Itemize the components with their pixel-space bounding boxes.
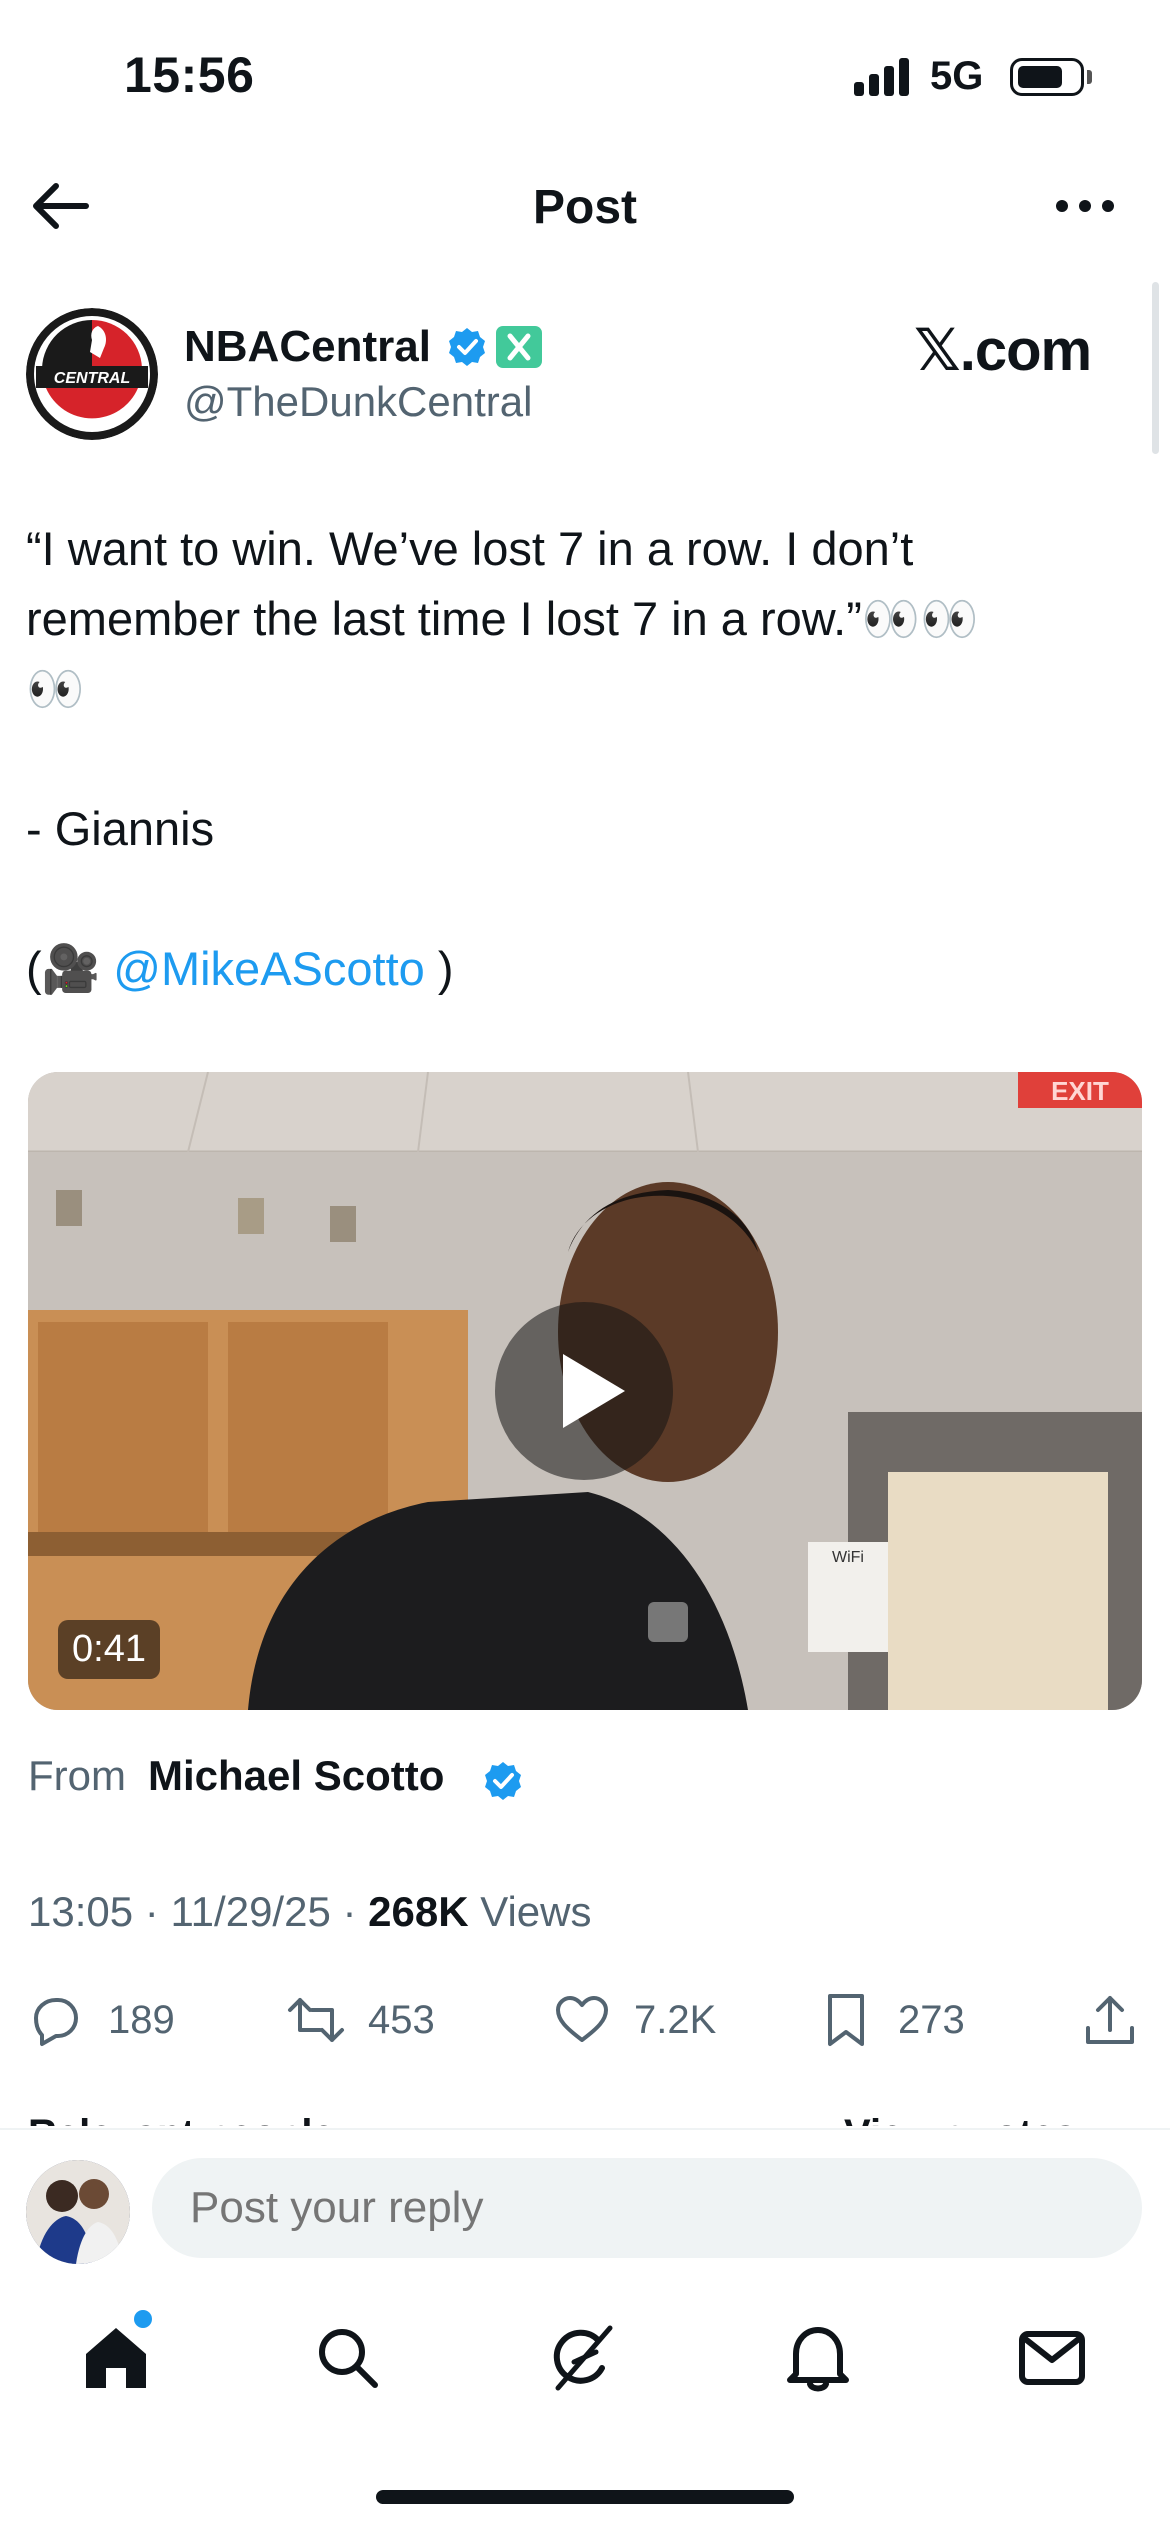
video-player[interactable]: EXIT WiFi 0:41 (28, 1072, 1142, 1710)
tweet-blank-line (26, 724, 1126, 794)
bookmark-icon (828, 1994, 864, 2046)
tweet-line: 👀 (26, 662, 85, 715)
partially-hidden-row: Relevant people View quotes (0, 2106, 1170, 2126)
grok-icon[interactable] (544, 2318, 624, 2398)
scroll-indicator (1152, 282, 1159, 454)
reply-button[interactable]: 189 (26, 1980, 175, 2060)
tweet-credit-line: (🎥 @MikeAScotto ) (26, 934, 1126, 1004)
home-icon[interactable] (76, 2318, 156, 2398)
share-icon (1086, 1996, 1134, 2044)
page-title: Post (532, 181, 637, 234)
user-avatar[interactable] (26, 2160, 130, 2264)
camera-emoji: 🎥 (41, 942, 101, 995)
battery-icon (1010, 58, 1084, 96)
more-icon[interactable] (1050, 180, 1120, 232)
like-button[interactable]: 7.2K (552, 1980, 716, 2060)
mention-link[interactable]: @MikeAScotto (113, 942, 425, 995)
bottom-nav (0, 2290, 1170, 2420)
exit-sign-text: EXIT (1051, 1076, 1109, 1106)
verified-icon (446, 326, 488, 368)
status-bar: 15:56 5G (0, 0, 1170, 150)
video-attribution: From Michael Scotto (28, 1752, 444, 1800)
search-icon[interactable] (308, 2318, 388, 2398)
verified-icon (482, 1760, 524, 1802)
tweet-line: “I want to win. We’ve lost 7 in a row. I… (26, 522, 914, 575)
view-quotes-label[interactable]: View quotes (844, 2112, 1077, 2126)
x-premium-icon (496, 326, 542, 368)
bookmark-button[interactable]: 273 (816, 1980, 965, 2060)
post-date: 11/29/25 (170, 1888, 331, 1935)
bookmark-count: 273 (898, 1997, 965, 2042)
meta-separator: · (133, 1888, 171, 1935)
repost-count: 453 (368, 1997, 435, 2042)
from-name[interactable]: Michael Scotto (148, 1752, 444, 1799)
relevant-people-label: Relevant people (28, 2112, 335, 2126)
share-button[interactable] (1080, 1980, 1162, 2060)
x-com-logo: 𝕏.com (914, 318, 1092, 383)
reply-icon (34, 1998, 78, 2046)
action-bar: 189 453 7.2K 273 (0, 1980, 1170, 2060)
wifi-sign-text: WiFi (832, 1549, 864, 1566)
like-icon (556, 1996, 608, 2042)
post-time: 13:05 (28, 1888, 134, 1935)
paren-open: ( (26, 942, 42, 995)
avatar-logo-text: CENTRAL (54, 370, 130, 387)
views-count[interactable]: 268K (368, 1888, 468, 1935)
reply-bar (0, 2128, 1170, 2278)
battery-tip (1087, 70, 1092, 84)
play-icon[interactable] (495, 1302, 673, 1480)
author-handle[interactable]: @TheDunkCentral (184, 378, 532, 426)
meta-separator: · (330, 1888, 369, 1935)
network-label: 5G (930, 54, 984, 98)
reply-input[interactable] (152, 2158, 1142, 2258)
views-label: Views (468, 1888, 592, 1935)
author-avatar[interactable]: CENTRAL (26, 308, 158, 440)
tweet-blank-line (26, 864, 1126, 934)
tweet-line: - Giannis (26, 802, 215, 855)
video-duration: 0:41 (58, 1620, 160, 1679)
top-bar: Post (0, 160, 1170, 250)
status-time: 15:56 (124, 47, 255, 103)
author-name[interactable]: NBACentral (184, 322, 431, 372)
repost-button[interactable]: 453 (286, 1980, 435, 2060)
tweet-text: “I want to win. We’ve lost 7 in a row. I… (26, 514, 1126, 1004)
home-indicator[interactable] (376, 2490, 794, 2504)
tweet-line: remember the last time I lost 7 in a row… (26, 592, 979, 645)
like-count: 7.2K (634, 1997, 717, 2042)
reply-count: 189 (108, 1997, 175, 2042)
paren-close: ) (424, 942, 454, 995)
from-label: From (28, 1752, 126, 1799)
signal-icon (854, 58, 914, 96)
home-notification-dot (134, 2310, 152, 2328)
post-meta: 13:05 · 11/29/25 · 268K Views (28, 1888, 592, 1936)
bell-icon[interactable] (778, 2318, 858, 2398)
repost-icon (288, 1998, 344, 2042)
mail-icon[interactable] (1012, 2318, 1092, 2398)
